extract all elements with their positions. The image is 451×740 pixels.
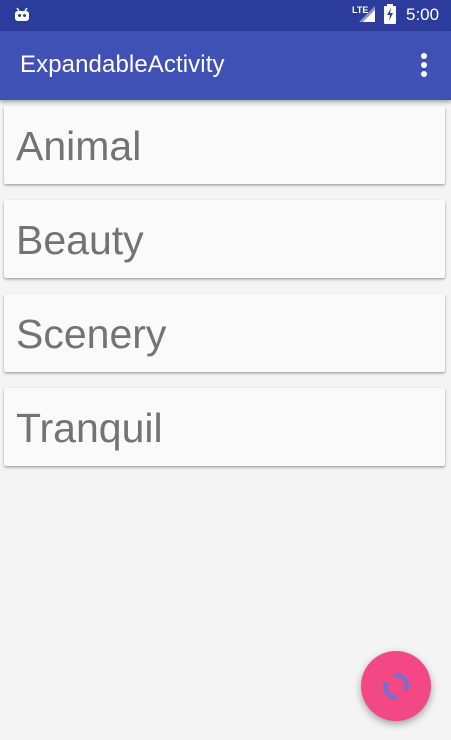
list-item-label: Scenery	[16, 311, 167, 357]
list-item-scenery[interactable]: Scenery	[4, 294, 445, 372]
list-item-tranquil[interactable]: Tranquil	[4, 388, 445, 466]
more-vert-icon[interactable]	[404, 45, 444, 85]
expandable-list: Animal Beauty Scenery Tranquil	[4, 106, 446, 482]
list-item-label: Tranquil	[16, 405, 163, 451]
list-item-label: Beauty	[16, 217, 144, 263]
battery-charging-icon	[384, 4, 396, 24]
list-item-animal[interactable]: Animal	[4, 106, 445, 184]
refresh-button[interactable]	[361, 651, 431, 721]
list-item-label: Animal	[16, 123, 142, 169]
screen: LTE 5:00 ExpandableActivity Animal Beaut…	[0, 0, 451, 740]
list-item-beauty[interactable]: Beauty	[4, 200, 445, 278]
status-bar: LTE 5:00	[0, 0, 451, 31]
page-title: ExpandableActivity	[20, 51, 225, 78]
app-bar: ExpandableActivity	[0, 31, 451, 100]
signal-icon	[359, 6, 375, 22]
android-icon	[15, 7, 29, 21]
refresh-icon	[383, 673, 409, 699]
status-time: 5:00	[406, 5, 440, 24]
